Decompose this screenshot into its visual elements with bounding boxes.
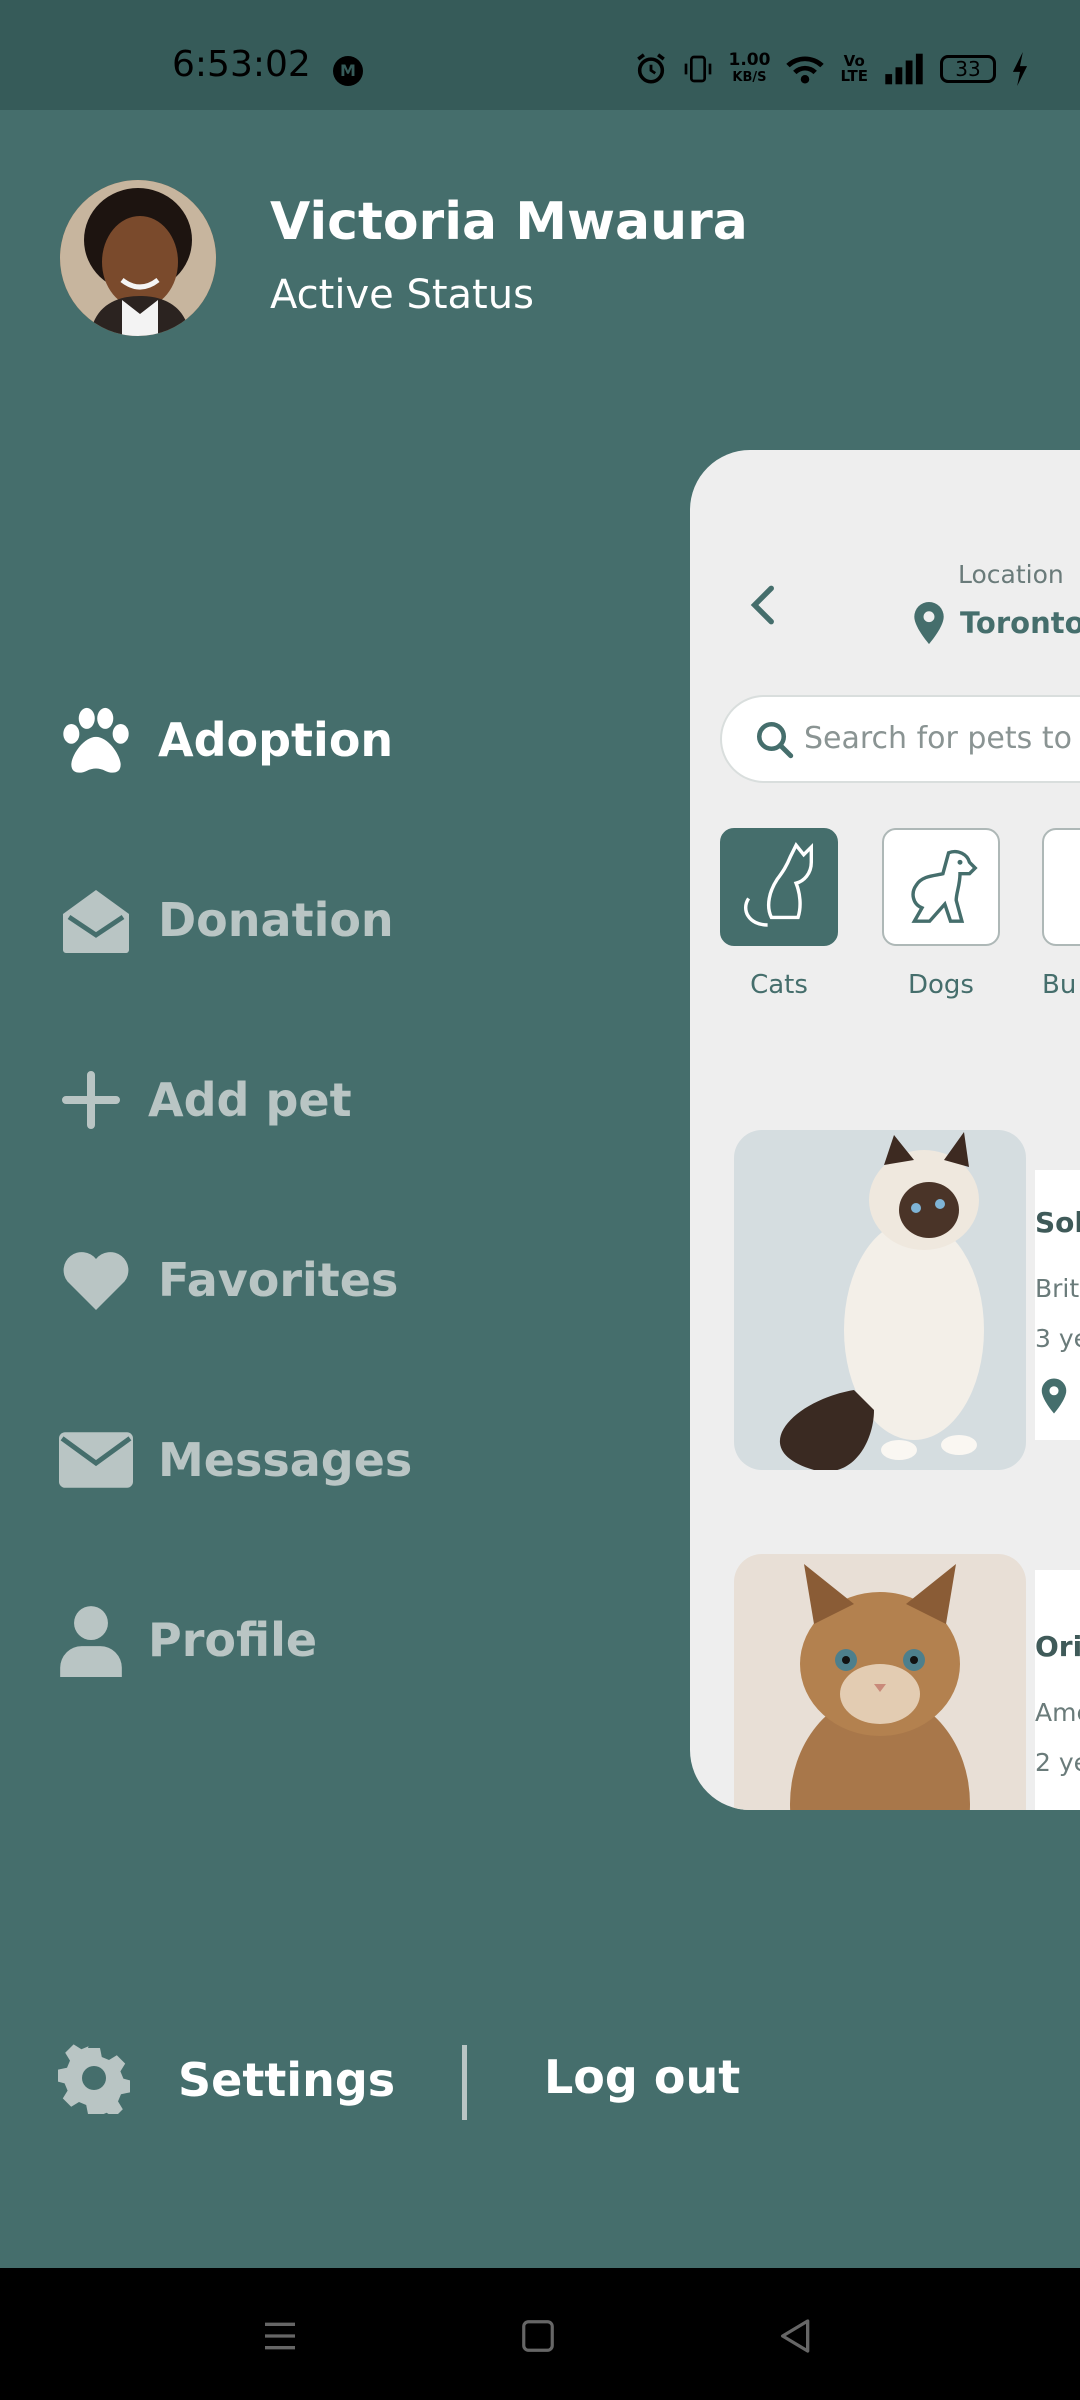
recents-button[interactable]	[250, 2306, 310, 2366]
category-cats[interactable]	[720, 828, 838, 946]
menu-item-label: Donation	[158, 893, 394, 947]
pet-name: Ori	[1035, 1630, 1080, 1663]
envelope-icon	[58, 1422, 134, 1498]
divider	[462, 2045, 467, 2120]
category-label: Bu	[1042, 970, 1077, 1000]
search-icon	[756, 721, 794, 759]
settings-button[interactable]: Settings	[58, 2030, 395, 2130]
menu-item-label: Favorites	[158, 1253, 399, 1307]
location-pin-icon	[1041, 1378, 1067, 1414]
menu-item-add-pet[interactable]: Add pet	[58, 1050, 352, 1150]
charging-icon	[1012, 52, 1028, 86]
wifi-icon	[786, 56, 825, 84]
settings-label: Settings	[178, 2053, 396, 2107]
paw-icon	[58, 702, 134, 778]
avatar-image	[60, 180, 216, 336]
signal-icon	[885, 53, 923, 85]
battery-icon: 33	[940, 55, 996, 83]
pet-breed: Brit	[1035, 1274, 1080, 1303]
bird-icon	[1044, 830, 1080, 944]
vibrate-icon	[685, 55, 712, 83]
main-screen-preview[interactable]: Location Toronto Search for pets to ad C…	[690, 450, 1080, 1810]
menu-item-adoption[interactable]: Adoption	[58, 690, 393, 790]
location-city[interactable]: Toronto	[960, 606, 1080, 640]
category-label: Cats	[750, 970, 808, 1000]
location-label: Location	[958, 560, 1064, 589]
heart-icon	[58, 1242, 134, 1318]
back-arrow-icon[interactable]	[740, 580, 790, 630]
pet-breed: Ame	[1035, 1698, 1080, 1727]
envelope-open-icon	[58, 882, 134, 958]
alarm-icon	[637, 53, 666, 84]
user-name: Victoria Mwaura	[270, 192, 748, 252]
menu-item-favorites[interactable]: Favorites	[58, 1230, 398, 1330]
status-icons: 1.00 KB/S Vo LTE 33	[634, 44, 1030, 94]
home-button[interactable]	[508, 2306, 568, 2366]
status-time: 6:53:02	[172, 44, 311, 85]
square-icon	[522, 2320, 554, 2352]
user-status: Active Status	[270, 272, 534, 318]
dog-icon	[911, 849, 978, 923]
category-label: Dogs	[908, 970, 974, 1000]
menu-lines-icon	[265, 2322, 295, 2350]
volte-indicator: Vo LTE	[840, 52, 868, 85]
search-placeholder: Search for pets to ad	[804, 721, 1080, 756]
status-bar: 6:53:02 M 1.00 KB/S Vo LTE 33	[0, 0, 1080, 110]
menu-item-label: Profile	[148, 1613, 318, 1667]
net-speed: 1.00 KB/S	[728, 50, 771, 86]
menu-item-donation[interactable]: Donation	[58, 870, 394, 970]
user-icon	[58, 1602, 124, 1678]
menu-item-label: Adoption	[158, 713, 394, 767]
back-button[interactable]	[766, 2306, 826, 2366]
notification-icon: M	[333, 56, 363, 86]
location-pin-icon	[914, 602, 944, 644]
menu-item-profile[interactable]: Profile	[58, 1590, 317, 1690]
logout-button[interactable]: Log out	[544, 2050, 740, 2104]
avatar[interactable]	[60, 180, 216, 336]
pet-photo[interactable]	[734, 1554, 1026, 1810]
system-nav-bar	[0, 2268, 1080, 2400]
pet-age: 3 ye	[1035, 1324, 1080, 1353]
ragdoll-cat-image	[779, 1132, 984, 1470]
category-birds[interactable]	[1042, 828, 1080, 946]
menu-item-label: Messages	[158, 1433, 413, 1487]
menu-item-label: Add pet	[148, 1073, 352, 1127]
pet-name: Sol	[1035, 1206, 1080, 1239]
pet-age: 2 ye	[1035, 1748, 1080, 1777]
category-dogs[interactable]	[882, 828, 1000, 946]
search-input[interactable]: Search for pets to ad	[720, 695, 1080, 783]
tabby-kitten-image	[790, 1564, 970, 1810]
plus-icon	[58, 1062, 124, 1138]
triangle-back-icon	[781, 2319, 810, 2353]
menu-item-messages[interactable]: Messages	[58, 1410, 412, 1510]
pet-photo[interactable]	[734, 1130, 1026, 1470]
cat-icon	[743, 842, 814, 927]
gear-icon	[58, 2042, 130, 2118]
